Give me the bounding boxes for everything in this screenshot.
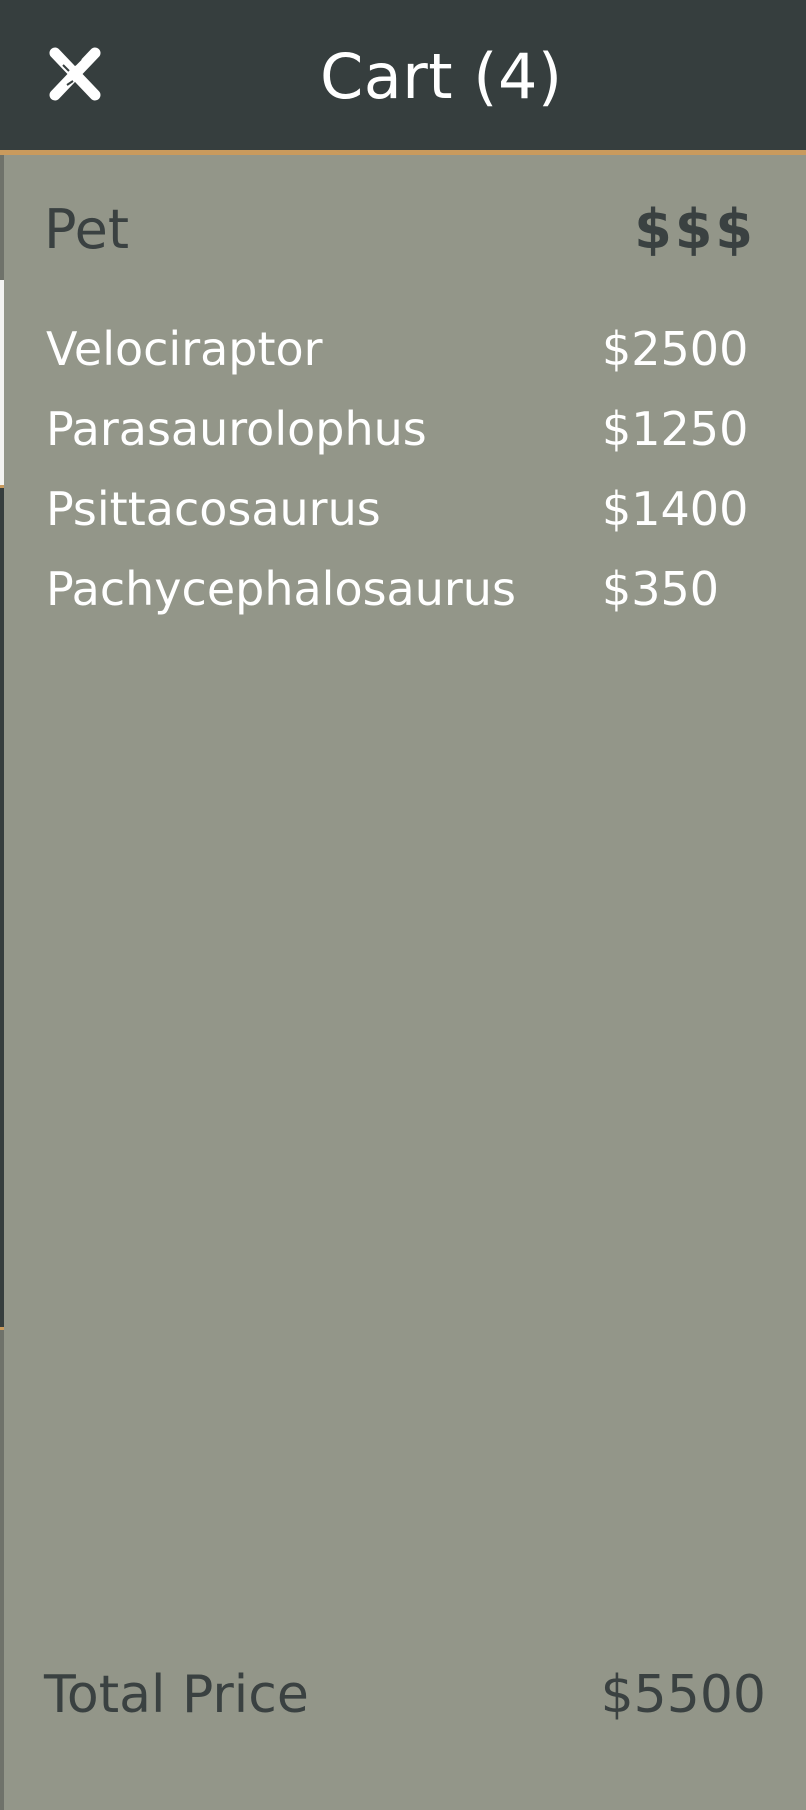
cart-item-price: $350 — [602, 562, 720, 616]
cart-item[interactable]: Velociraptor $2500 — [4, 310, 806, 388]
column-header-price: $$$ — [634, 198, 756, 261]
cart-panel: Pet $$$ Velociraptor $2500 Parasauroloph… — [4, 155, 806, 1810]
total-price-value: $5500 — [600, 1665, 766, 1725]
cart-item[interactable]: Pachycephalosaurus $350 — [4, 550, 806, 628]
total-price-label: Total Price — [44, 1665, 309, 1725]
cart-item[interactable]: Psittacosaurus $1400 — [4, 470, 806, 548]
cart-item-name: Pachycephalosaurus — [46, 562, 516, 616]
cart-item-name: Psittacosaurus — [46, 482, 381, 536]
cart-item-price: $2500 — [602, 322, 749, 376]
cart-item-name: Parasaurolophus — [46, 402, 427, 456]
close-button[interactable] — [40, 40, 110, 110]
column-header-pet: Pet — [44, 198, 130, 261]
close-icon — [49, 47, 101, 101]
cart-title: Cart (4) — [320, 40, 563, 113]
cart-header: Cart (4) — [0, 0, 806, 150]
cart-item-name: Velociraptor — [46, 322, 323, 376]
cart-item-price: $1250 — [602, 402, 749, 456]
cart-item-price: $1400 — [602, 482, 749, 536]
cart-item[interactable]: Parasaurolophus $1250 — [4, 390, 806, 468]
